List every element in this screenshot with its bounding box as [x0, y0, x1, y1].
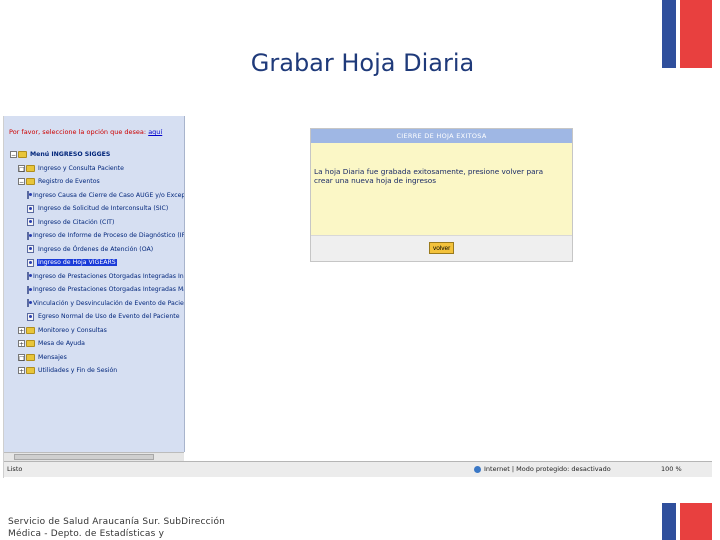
folder-icon	[18, 151, 27, 159]
expand-toggle-icon[interactable]: +	[18, 367, 25, 375]
sidebar-prompt-link[interactable]: aquí	[148, 128, 162, 136]
scrollbar-thumb[interactable]	[14, 454, 154, 460]
folder-icon	[26, 178, 35, 186]
sidebar-menu: Por favor, seleccione la opción que dese…	[4, 116, 185, 452]
folder-icon	[26, 326, 35, 334]
tree-item-label: Mensajes	[38, 353, 67, 361]
security-zone-label: Internet | Modo protegido: desactivado	[484, 465, 611, 473]
page-icon	[27, 218, 34, 227]
tree-page-item[interactable]: Ingreso de Hoja VIGEARS	[8, 256, 184, 270]
tree-item-label: Ingreso de Prestaciones Otorgadas Integr…	[33, 272, 184, 280]
tree-page-item[interactable]: Egreso Normal de Uso de Evento del Pacie…	[8, 310, 184, 324]
tree-item-label: Ingreso de Citación (CIT)	[38, 218, 115, 226]
tree-item-label: Ingreso y Consulta Paciente	[38, 164, 124, 172]
tree-folder-item[interactable]: + Mesa de Ayuda	[8, 337, 184, 351]
tree-item-label: Egreso Normal de Uso de Evento del Pacie…	[38, 313, 180, 321]
status-text: Listo	[7, 465, 23, 473]
browser-screenshot: Por favor, seleccione la opción que dese…	[3, 116, 712, 478]
expand-toggle-icon[interactable]: +	[18, 340, 25, 348]
page-icon	[27, 299, 32, 308]
tree-folder-item[interactable]: □ Mensajes	[8, 351, 184, 365]
page-icon	[27, 204, 34, 213]
folder-icon	[26, 340, 35, 348]
tree-page-item[interactable]: Ingreso de Prestaciones Otorgadas Integr…	[8, 283, 184, 297]
tree-item-label: Ingreso de Prestaciones Otorgadas Integr…	[33, 286, 185, 294]
sidebar-prompt: Por favor, seleccione la opción que dese…	[9, 128, 162, 136]
tree-item-label: Vinculación y Desvinculación de Evento d…	[33, 299, 185, 307]
tree-folder-item[interactable]: □ Ingreso y Consulta Paciente	[8, 162, 184, 176]
tree-item-label: Registro de Eventos	[38, 178, 100, 186]
footer-line-1: Servicio de Salud Araucanía Sur. SubDire…	[8, 517, 226, 527]
expand-toggle-icon[interactable]: −	[18, 178, 25, 186]
page-icon	[27, 312, 34, 321]
tree-page-item[interactable]: Ingreso de Informe de Proceso de Diagnós…	[8, 229, 184, 243]
page-icon	[27, 245, 34, 254]
volver-button[interactable]: volver	[429, 242, 455, 254]
success-panel: CIERRE DE HOJA EXITOSA La hoja Diaria fu…	[310, 128, 573, 262]
tree-page-item[interactable]: Ingreso de Órdenes de Atención (OA)	[8, 243, 184, 257]
tree-page-item[interactable]: Vinculación y Desvinculación de Evento d…	[8, 297, 184, 311]
expand-toggle-icon[interactable]: □	[18, 164, 25, 173]
tree-item-label: Menú INGRESO SIGGES	[30, 151, 111, 159]
folder-icon	[26, 353, 35, 361]
tree-item-label: Ingreso Causa de Cierre de Caso AUGE y/o…	[33, 191, 185, 199]
tree-page-item[interactable]: Ingreso de Prestaciones Otorgadas Integr…	[8, 270, 184, 284]
tree-page-item[interactable]: Ingreso Causa de Cierre de Caso AUGE y/o…	[8, 189, 184, 203]
panel-footer: volver	[311, 235, 572, 261]
tree-item-label: Ingreso de Solicitud de Interconsulta (S…	[38, 205, 169, 213]
tree-folder-item[interactable]: + Utilidades y Fin de Sesión	[8, 364, 184, 378]
folder-icon	[26, 164, 35, 172]
tree-page-item[interactable]: Ingreso de Solicitud de Interconsulta (S…	[8, 202, 184, 216]
menu-tree: − Menú INGRESO SIGGES □ Ingreso y Consulta …	[8, 148, 184, 378]
panel-header: CIERRE DE HOJA EXITOSA	[311, 129, 572, 143]
chile-flag-stripe-bottom	[662, 503, 712, 540]
slide-title: Grabar Hoja Diaria	[250, 49, 475, 77]
page-icon	[27, 191, 32, 200]
expand-toggle-icon[interactable]: −	[10, 151, 17, 159]
footer-line-2: Médica - Depto. de Estadísticas y	[8, 529, 165, 539]
tree-item-label: Ingreso de Hoja VIGEARS	[37, 259, 117, 267]
panel-message: La hoja Diaria fue grabada exitosamente,…	[314, 167, 544, 185]
tree-item-label: Mesa de Ayuda	[38, 340, 85, 348]
globe-icon	[474, 465, 481, 473]
tree-folder-item[interactable]: − Menú INGRESO SIGGES	[8, 148, 184, 162]
slide-footer: Servicio de Salud Araucanía Sur. SubDire…	[8, 516, 248, 540]
tree-item-label: Utilidades y Fin de Sesión	[38, 367, 118, 375]
tree-item-label: Ingreso de Órdenes de Atención (OA)	[38, 245, 154, 253]
tree-item-label: Ingreso de Informe de Proceso de Diagnós…	[33, 232, 185, 240]
page-icon	[27, 285, 32, 294]
sidebar-prompt-text: Por favor, seleccione la opción que dese…	[9, 128, 147, 136]
tree-page-item[interactable]: Ingreso de Citación (CIT)	[8, 216, 184, 230]
page-icon	[27, 258, 34, 267]
browser-status-bar: Listo Internet | Modo protegido: desacti…	[4, 461, 712, 477]
page-icon	[27, 272, 32, 281]
folder-icon	[26, 367, 35, 375]
expand-toggle-icon[interactable]: □	[18, 353, 25, 362]
zoom-level[interactable]: 100 %	[661, 465, 682, 473]
expand-toggle-icon[interactable]: +	[18, 326, 25, 335]
security-zone: Internet | Modo protegido: desactivado	[474, 465, 611, 473]
tree-folder-item[interactable]: − Registro de Eventos	[8, 175, 184, 189]
tree-folder-item[interactable]: + Monitoreo y Consultas	[8, 324, 184, 338]
tree-item-label: Monitoreo y Consultas	[38, 326, 107, 334]
page-icon	[27, 231, 32, 240]
